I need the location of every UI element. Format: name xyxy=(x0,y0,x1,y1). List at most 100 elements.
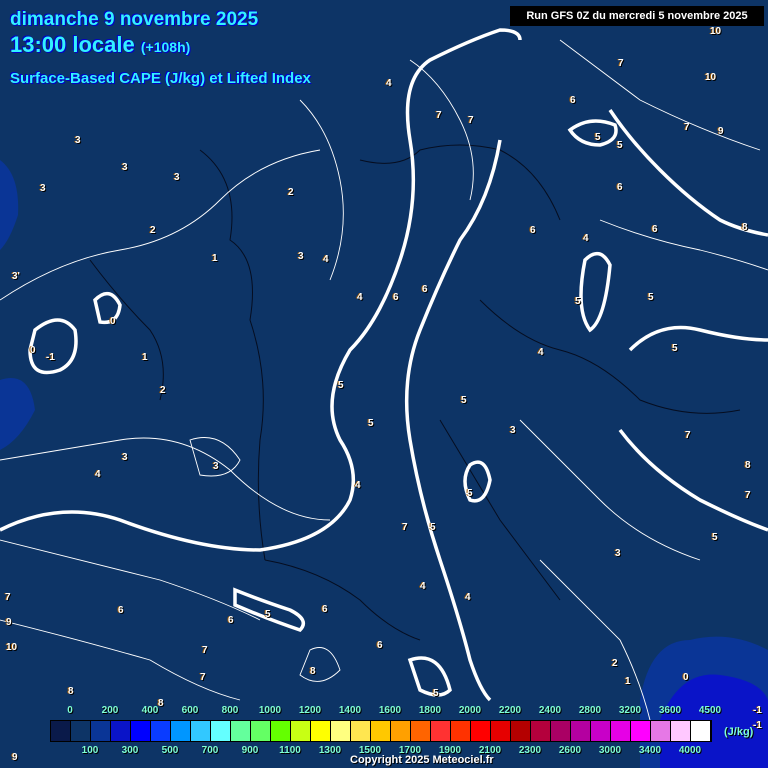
contour-label: 5 xyxy=(461,395,467,406)
colorbar-swatch xyxy=(571,721,591,741)
cape-contours xyxy=(0,39,768,721)
contour-label: 7 xyxy=(685,430,691,441)
colorbar-swatch xyxy=(351,721,371,741)
cape-area-west xyxy=(0,160,19,250)
contour-label: 7 xyxy=(402,522,408,533)
contour-label: 2 xyxy=(150,225,156,236)
colorbar-tick-label: 500 xyxy=(161,745,179,756)
colorbar-tick-label: 1800 xyxy=(418,705,442,716)
colorbar-tick-label: 2600 xyxy=(558,745,582,756)
colorbar-swatch xyxy=(211,721,231,741)
colorbar-swatch xyxy=(271,721,291,741)
contour-label: -1 xyxy=(753,720,762,731)
colorbar-tick-label: 700 xyxy=(201,745,219,756)
contour-label: 10 xyxy=(6,642,18,653)
colorbar-tick-label: 300 xyxy=(121,745,139,756)
colorbar-swatch xyxy=(131,721,151,741)
contour-label: 3 xyxy=(75,135,81,146)
li-zero-contours xyxy=(0,28,768,702)
colorbar-tick-label: 1400 xyxy=(338,705,362,716)
colorbar-tick-label: 1300 xyxy=(318,745,342,756)
contour-label: 8 xyxy=(158,698,164,709)
colorbar-tick-label: 200 xyxy=(101,705,119,716)
colorbar-swatch xyxy=(311,721,331,741)
contour-label: 6 xyxy=(617,182,623,193)
colorbar-tick-label: 2800 xyxy=(578,705,602,716)
contour-label: 6 xyxy=(118,605,124,616)
contour-label: 0 xyxy=(110,316,116,327)
colorbar-swatch xyxy=(451,721,471,741)
contour-label: 5 xyxy=(265,609,271,620)
colorbar-swatch xyxy=(671,721,691,741)
contour-label: 7 xyxy=(745,490,751,501)
contour-label: 8 xyxy=(745,460,751,471)
contour-label: 5 xyxy=(467,488,473,499)
colorbar-swatch xyxy=(691,721,711,741)
colorbar-tick-label: 800 xyxy=(221,705,239,716)
contour-label: 8 xyxy=(68,686,74,697)
colorbar-tick-label: 2000 xyxy=(458,705,482,716)
colorbar-swatch xyxy=(551,721,571,741)
colorbar-swatch xyxy=(191,721,211,741)
contour-label: 4 xyxy=(95,469,101,480)
colorbar-swatch xyxy=(431,721,451,741)
cape-map xyxy=(0,28,768,768)
run-info: Run GFS 0Z du mercredi 5 novembre 2025 xyxy=(510,6,764,26)
contour-label: 6 xyxy=(228,615,234,626)
colorbar-tick-label: 900 xyxy=(241,745,259,756)
contour-label: 3 xyxy=(213,461,219,472)
colorbar-swatch xyxy=(51,721,71,741)
contour-label: 1 xyxy=(212,253,218,264)
colorbar-tick-label: 3600 xyxy=(658,705,682,716)
contour-label: 5 xyxy=(338,380,344,391)
contour-label: 5 xyxy=(575,296,581,307)
contour-label: 3 xyxy=(174,172,180,183)
contour-label: 2 xyxy=(612,658,618,669)
contour-label: 4 xyxy=(355,480,361,491)
contour-label: 0 xyxy=(30,345,36,356)
contour-label: 1 xyxy=(625,676,631,687)
colorbar-swatch xyxy=(251,721,271,741)
contour-label: 5 xyxy=(712,532,718,543)
colorbar-tick-label: 2400 xyxy=(538,705,562,716)
local-time: 13:00 locale xyxy=(10,32,135,57)
cape-area-west2 xyxy=(0,378,35,450)
contour-label: 4 xyxy=(386,78,392,89)
colorbar-unit: (J/kg) xyxy=(724,726,754,738)
colorbar-tick-label: 400 xyxy=(141,705,159,716)
contour-label: 6 xyxy=(422,284,428,295)
colorbar-swatch xyxy=(91,721,111,741)
contour-label: 7 xyxy=(5,592,11,603)
colorbar-swatch xyxy=(651,721,671,741)
contour-label: 6 xyxy=(530,225,536,236)
contour-label: 7 xyxy=(202,645,208,656)
colorbar-tick-label: 100 xyxy=(81,745,99,756)
colorbar-tick-label: 3200 xyxy=(618,705,642,716)
contour-label: 8 xyxy=(742,222,748,233)
colorbar-tick-label: 2200 xyxy=(498,705,522,716)
contour-label: 3' xyxy=(12,271,20,282)
colorbar-swatch xyxy=(71,721,91,741)
colorbar-tick-label: 1000 xyxy=(258,705,282,716)
contour-label: 3 xyxy=(615,548,621,559)
contour-label: 1 xyxy=(142,352,148,363)
contour-label: 5 xyxy=(430,522,436,533)
colorbar-swatch xyxy=(411,721,431,741)
contour-label: 7 xyxy=(436,110,442,121)
colorbar-swatch xyxy=(331,721,351,741)
colorbar-swatch xyxy=(511,721,531,741)
product-title: Surface-Based CAPE (J/kg) et Lifted Inde… xyxy=(10,70,311,87)
contour-label: 4 xyxy=(583,233,589,244)
contour-label: 6 xyxy=(570,95,576,106)
contour-label: 4 xyxy=(465,592,471,603)
colorbar-swatch xyxy=(371,721,391,741)
contour-label: 10 xyxy=(705,72,717,83)
lead-time: (+108h) xyxy=(140,39,191,55)
copyright: Copyright 2025 Meteociel.fr xyxy=(350,754,494,766)
contour-label: -1 xyxy=(753,705,762,716)
contour-label: 6 xyxy=(652,224,658,235)
colorbar-swatch xyxy=(151,721,171,741)
colorbar-tick-label: 4500 xyxy=(698,705,722,716)
contour-label: 3 xyxy=(122,452,128,463)
coastlines-borders xyxy=(89,144,741,641)
